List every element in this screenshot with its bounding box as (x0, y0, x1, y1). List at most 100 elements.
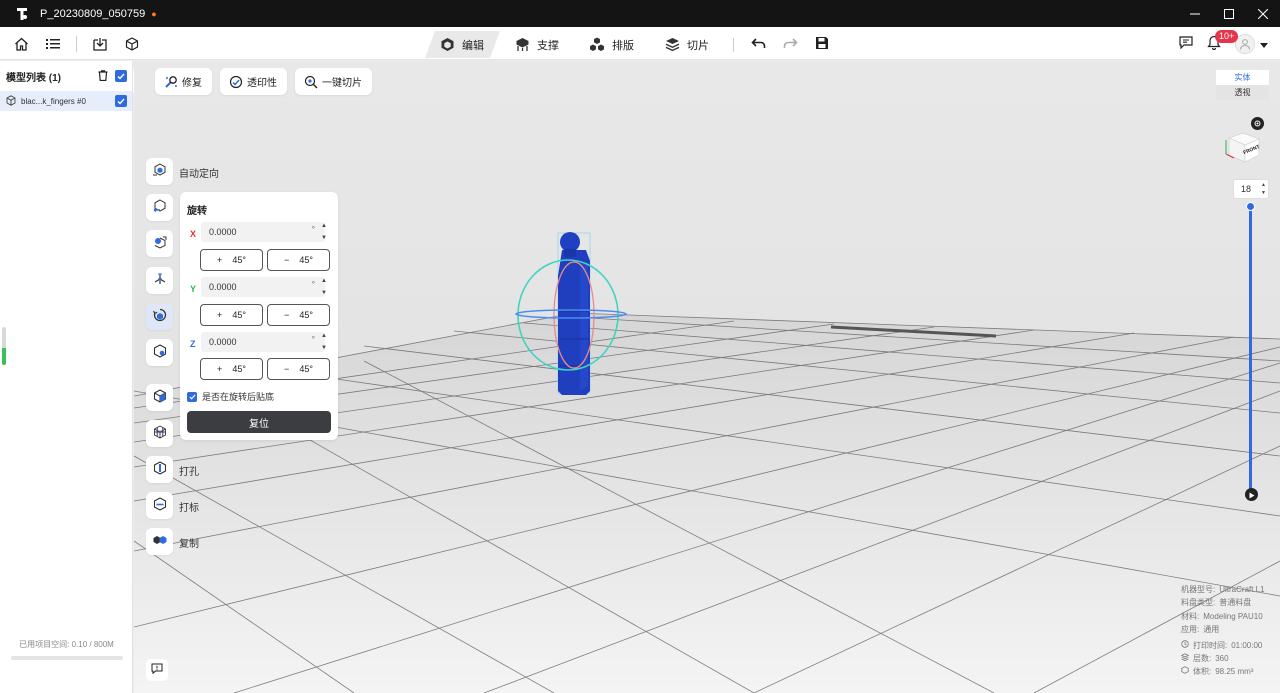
one-click-slice-button[interactable]: 一键切片 (295, 68, 372, 95)
step-label: 45° (299, 255, 313, 265)
printability-icon (229, 75, 243, 89)
spin-down-icon[interactable]: ▼ (321, 289, 327, 297)
message-icon[interactable] (1179, 35, 1193, 52)
model-list-panel: 模型列表 (1) blac...k_fingers #0 已用项目空间: 0.1… (0, 61, 133, 693)
select-all-checkbox[interactable] (115, 70, 127, 82)
one-click-slice-label: 一键切片 (322, 78, 362, 89)
z-minus-45-button[interactable]: −45° (267, 358, 330, 380)
label-icon (152, 497, 168, 514)
undo-icon (750, 37, 766, 52)
model-cube-icon[interactable] (123, 35, 141, 53)
drop-after-rotate-option[interactable]: 是否在旋转后贴底 (187, 390, 274, 403)
label-button[interactable]: 打标 (146, 492, 199, 519)
tab-edit[interactable]: 编辑 (425, 31, 500, 58)
z-rotation-input[interactable]: 0.0000 ° (201, 332, 325, 352)
notification-button[interactable]: 10+ (1207, 29, 1239, 53)
mirror-button[interactable] (146, 267, 173, 294)
x-plus-45-button[interactable]: +45° (200, 249, 263, 271)
step-label: 45° (232, 310, 246, 320)
layers-value: 360 (1215, 654, 1229, 664)
y-plus-45-button[interactable]: +45° (200, 304, 263, 326)
layer-height-input[interactable]: 18 ▲ ▼ (1233, 179, 1269, 199)
spin-down-icon[interactable]: ▼ (321, 344, 327, 352)
layer-slider-handle[interactable] (1246, 202, 1255, 211)
one-click-slice-icon (304, 75, 318, 89)
undo-button[interactable] (742, 31, 774, 58)
x-rotation-spinner[interactable]: ▲ ▼ (320, 222, 328, 242)
spin-down-icon[interactable]: ▼ (321, 234, 327, 242)
layer-slider-track[interactable] (1249, 206, 1252, 494)
auto-orient-icon (152, 163, 168, 180)
solid-view-button[interactable]: 实体 (1216, 70, 1269, 85)
layer-height-value: 18 (1241, 184, 1252, 194)
copy-icon (152, 533, 168, 550)
home-icon[interactable] (12, 35, 30, 53)
tab-layout-label: 排版 (612, 39, 634, 52)
user-menu[interactable] (1235, 33, 1268, 54)
unsaved-indicator: ● (151, 8, 157, 19)
printability-button[interactable]: 透印性 (220, 68, 287, 95)
maximize-button[interactable] (1212, 0, 1246, 27)
y-rotation-input[interactable]: 0.0000 ° (201, 277, 325, 297)
redo-button[interactable] (774, 31, 806, 58)
solid-cube-button[interactable] (146, 384, 173, 411)
repair-button[interactable]: 修复 (155, 68, 212, 95)
y-minus-45-button[interactable]: −45° (267, 304, 330, 326)
tab-support-label: 支撑 (537, 39, 559, 52)
model-checkbox[interactable] (115, 95, 127, 107)
feedback-button[interactable] (146, 659, 168, 681)
layers-icon (1180, 652, 1190, 665)
lattice-cube-button[interactable] (146, 420, 173, 447)
import-icon[interactable] (91, 35, 109, 53)
scale-icon (152, 235, 168, 252)
close-button[interactable] (1246, 0, 1280, 27)
layer-spinner-icon[interactable]: ▲ ▼ (1261, 181, 1266, 197)
minimize-button[interactable] (1178, 0, 1212, 27)
z-rotation-spinner[interactable]: ▲ ▼ (320, 332, 328, 352)
y-degree-symbol: ° (311, 280, 315, 289)
tab-support[interactable]: 支撑 (500, 31, 575, 58)
move-button[interactable] (146, 194, 173, 221)
printability-label: 透印性 (247, 78, 277, 89)
copy-button[interactable]: 复制 (146, 528, 199, 555)
solid-cube-icon (152, 389, 168, 406)
top-tool-bar: 修复 透印性 一键切片 (155, 68, 372, 95)
play-button[interactable] (1245, 488, 1258, 501)
app-logo-icon (10, 0, 34, 27)
view-cube[interactable]: FRONT (1222, 130, 1262, 164)
spin-up-icon[interactable]: ▲ (321, 222, 327, 230)
list-item[interactable]: blac...k_fingers #0 (0, 91, 132, 111)
z-plus-45-button[interactable]: +45° (200, 358, 263, 380)
save-button[interactable] (806, 31, 838, 58)
layout-icon (589, 37, 605, 53)
x-minus-45-button[interactable]: −45° (267, 249, 330, 271)
delete-icon[interactable] (98, 70, 108, 84)
scale-button[interactable] (146, 230, 173, 257)
tab-slice[interactable]: 切片 (650, 31, 725, 58)
x-rotation-input[interactable]: 0.0000 ° (201, 222, 325, 242)
drop-after-rotate-checkbox[interactable] (187, 391, 197, 402)
model-cube-icon (6, 94, 16, 108)
save-icon (815, 36, 829, 53)
panel-resize-handle[interactable] (2, 327, 6, 365)
rotate-button[interactable] (146, 303, 173, 330)
chevron-down-icon (1260, 37, 1268, 51)
auto-orient-label: 自动定向 (179, 169, 219, 180)
menu-list-icon[interactable] (44, 35, 62, 53)
move-icon (152, 199, 168, 216)
layers-label: 层数: (1193, 654, 1212, 664)
tray-label: 料盘类型: (1181, 598, 1216, 608)
repair-icon (164, 75, 178, 89)
y-rotation-spinner[interactable]: ▲ ▼ (320, 277, 328, 297)
spin-up-icon[interactable]: ▲ (321, 277, 327, 285)
punch-hole-button[interactable]: 打孔 (146, 456, 199, 483)
slice-layers-icon (664, 37, 680, 53)
locate-icon[interactable] (1251, 117, 1264, 130)
hollow-button[interactable] (146, 339, 173, 366)
spin-up-icon[interactable]: ▲ (321, 332, 327, 340)
reset-button[interactable]: 复位 (187, 411, 331, 433)
tab-layout[interactable]: 排版 (575, 31, 650, 58)
auto-orient-button[interactable]: 自动定向 (146, 158, 219, 185)
support-icon (514, 37, 530, 53)
transparent-view-button[interactable]: 透视 (1216, 85, 1269, 100)
